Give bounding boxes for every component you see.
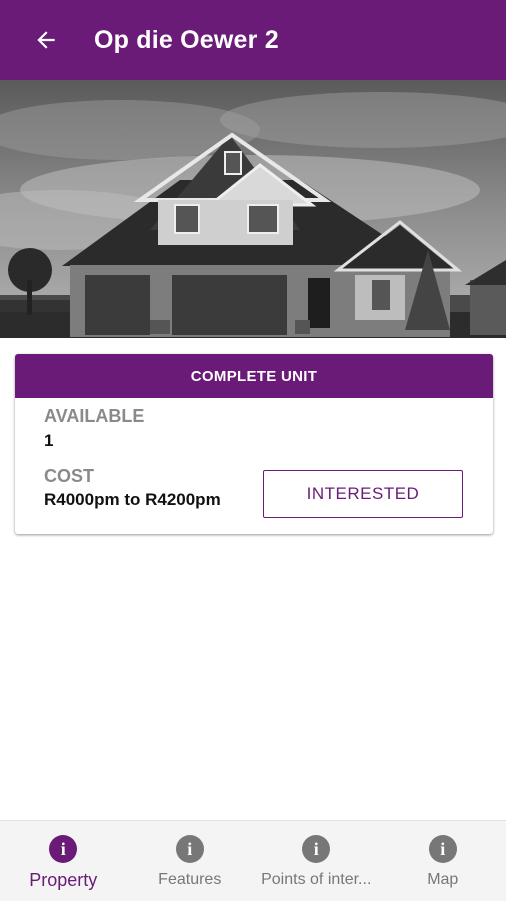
- nav-item-map[interactable]: i Map: [380, 821, 506, 901]
- unit-card-body: AVAILABLE 1 COST R4000pm to R4200pm INTE…: [15, 398, 493, 534]
- interested-button[interactable]: INTERESTED: [263, 470, 463, 518]
- nav-label-points-of-interest: Points of inter...: [261, 871, 371, 889]
- app-bar: Op die Oewer 2: [0, 0, 506, 80]
- nav-item-property[interactable]: i Property: [0, 821, 127, 901]
- available-value: 1: [44, 431, 53, 451]
- house-photo: [0, 80, 506, 338]
- unit-card-title: COMPLETE UNIT: [15, 354, 493, 398]
- nav-label-property: Property: [29, 870, 97, 891]
- cost-value: R4000pm to R4200pm: [44, 490, 221, 510]
- arrow-back-icon: [33, 27, 59, 53]
- info-icon: i: [176, 835, 204, 863]
- nav-item-points-of-interest[interactable]: i Points of inter...: [253, 821, 380, 901]
- nav-label-map: Map: [427, 871, 458, 889]
- info-icon: i: [429, 835, 457, 863]
- available-label: AVAILABLE: [44, 406, 144, 427]
- info-icon: i: [49, 835, 77, 863]
- nav-label-features: Features: [158, 871, 221, 889]
- info-icon: i: [302, 835, 330, 863]
- nav-item-features[interactable]: i Features: [127, 821, 254, 901]
- page-title: Op die Oewer 2: [94, 26, 279, 55]
- unit-card: COMPLETE UNIT AVAILABLE 1 COST R4000pm t…: [15, 354, 493, 534]
- bottom-navigation: i Property i Features i Points of inter.…: [0, 820, 506, 901]
- cost-label: COST: [44, 466, 94, 487]
- back-button[interactable]: [28, 22, 64, 58]
